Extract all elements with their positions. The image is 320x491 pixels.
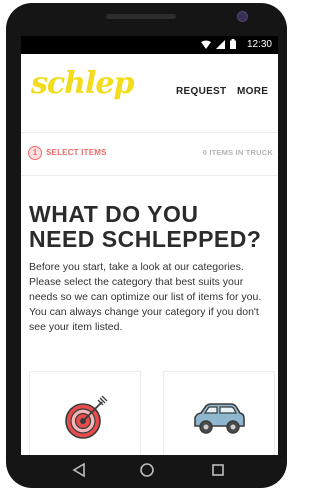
camera-icon: [237, 11, 248, 22]
truck-item-count[interactable]: 0 ITEMS IN TRUCK: [203, 148, 273, 157]
category-card-target[interactable]: [29, 371, 141, 455]
back-icon[interactable]: [72, 462, 86, 483]
target-icon: [65, 395, 108, 439]
recents-icon[interactable]: [211, 462, 225, 483]
signal-icon: [216, 40, 225, 52]
app-header: schlep REQUEST MORE: [21, 54, 278, 133]
nav-more-link[interactable]: MORE: [237, 86, 268, 97]
main-content: WHAT DO YOU NEED SCHLEPPED? Before you s…: [21, 202, 278, 335]
step-number-badge: 1: [28, 146, 42, 160]
battery-icon: [230, 39, 236, 52]
system-nav-bar: [6, 458, 287, 484]
app-screen: 12:30 schlep REQUEST MORE 1 SELECT ITEMS…: [21, 36, 278, 455]
progress-bar: 1 SELECT ITEMS 0 ITEMS IN TRUCK: [21, 133, 278, 176]
speaker: [106, 14, 176, 19]
category-cards: [29, 371, 275, 455]
status-time: 12:30: [246, 39, 272, 50]
step-label[interactable]: SELECT ITEMS: [46, 148, 107, 157]
status-bar: 12:30: [21, 36, 278, 54]
intro-text: Before you start, take a look at our cat…: [29, 261, 262, 333]
page-title: WHAT DO YOU NEED SCHLEPPED?: [29, 201, 262, 252]
car-icon: [194, 403, 245, 434]
home-icon[interactable]: [139, 462, 155, 483]
category-card-car[interactable]: [163, 371, 275, 455]
schlep-logo[interactable]: schlep: [31, 66, 134, 101]
nav-request-link[interactable]: REQUEST: [176, 86, 226, 97]
wifi-icon: [201, 40, 211, 52]
